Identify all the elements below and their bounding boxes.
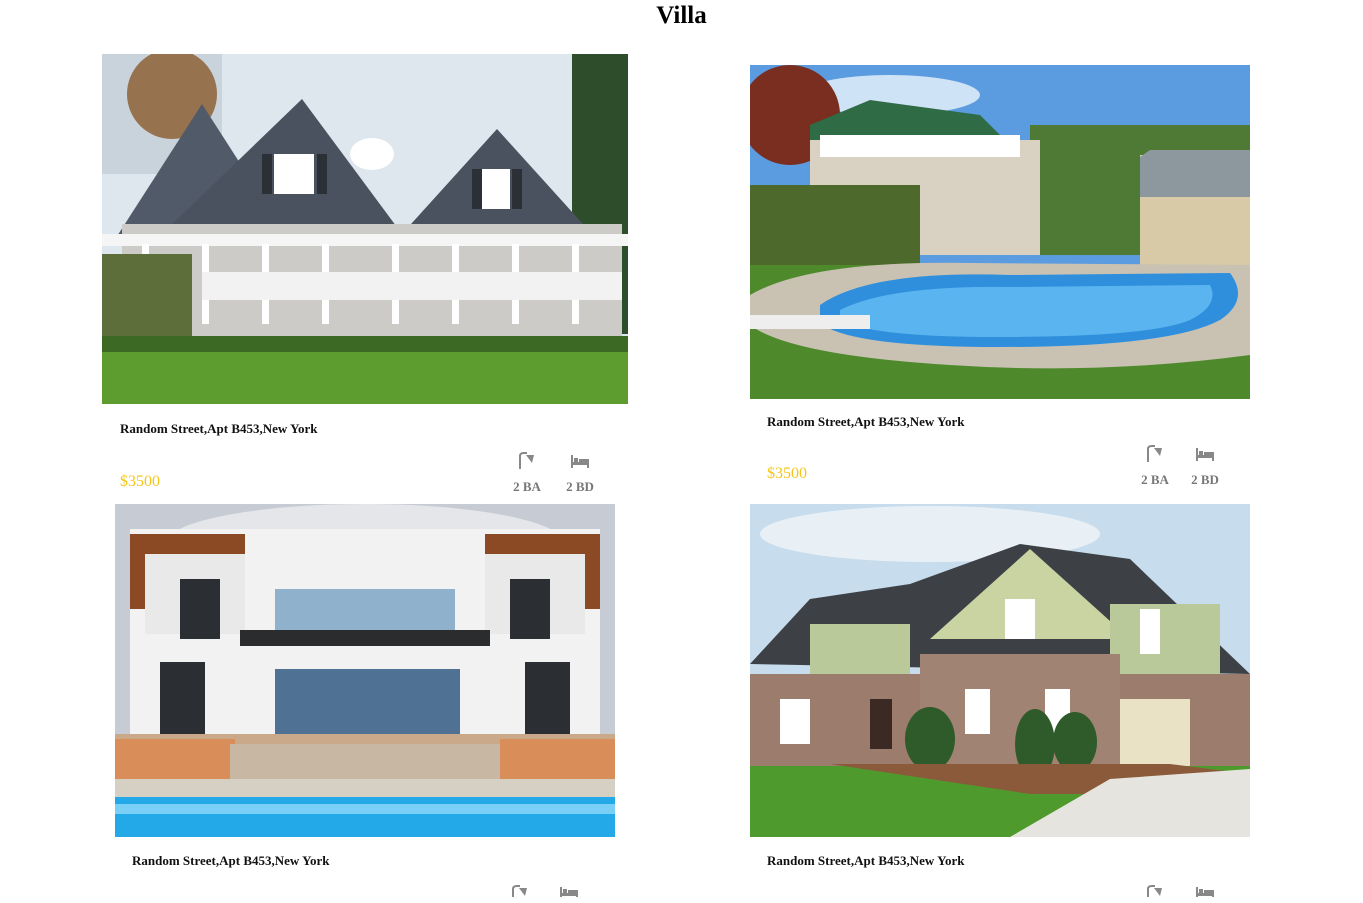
shower-icon bbox=[507, 452, 547, 470]
beds-label: 2 BD bbox=[566, 479, 594, 494]
listing-price: $3500 bbox=[767, 465, 807, 482]
shower-icon bbox=[1135, 885, 1175, 903]
bed-icon bbox=[1185, 445, 1225, 463]
baths-label: 2 BA bbox=[1141, 472, 1169, 487]
bed-icon bbox=[1185, 885, 1225, 903]
beds-feature: 2 BD bbox=[560, 452, 600, 495]
beds-feature: 2 BD bbox=[1185, 445, 1225, 488]
listing-photo[interactable] bbox=[750, 504, 1250, 837]
listing-price: $3500 bbox=[120, 473, 160, 490]
beds-label: 2 BD bbox=[1191, 472, 1219, 487]
bed-icon bbox=[549, 885, 589, 903]
listing-photo[interactable] bbox=[750, 65, 1250, 399]
listing-address: Random Street,Apt B453,New York bbox=[767, 414, 965, 429]
baths-label: 2 BA bbox=[513, 479, 541, 494]
bed-icon bbox=[560, 452, 600, 470]
page-title: Villa bbox=[656, 2, 707, 29]
baths-feature: 2 BA bbox=[1135, 445, 1175, 488]
beds-feature bbox=[1185, 885, 1225, 903]
listing-address: Random Street,Apt B453,New York bbox=[132, 853, 330, 868]
listing-address: Random Street,Apt B453,New York bbox=[120, 421, 318, 436]
baths-feature bbox=[1135, 885, 1175, 903]
listing-photo[interactable] bbox=[102, 54, 628, 404]
listing-photo[interactable] bbox=[115, 504, 615, 837]
shower-icon bbox=[500, 885, 540, 903]
baths-feature bbox=[500, 885, 540, 903]
baths-feature: 2 BA bbox=[507, 452, 547, 495]
beds-feature bbox=[549, 885, 589, 903]
listing-address: Random Street,Apt B453,New York bbox=[767, 853, 965, 868]
shower-icon bbox=[1135, 445, 1175, 463]
